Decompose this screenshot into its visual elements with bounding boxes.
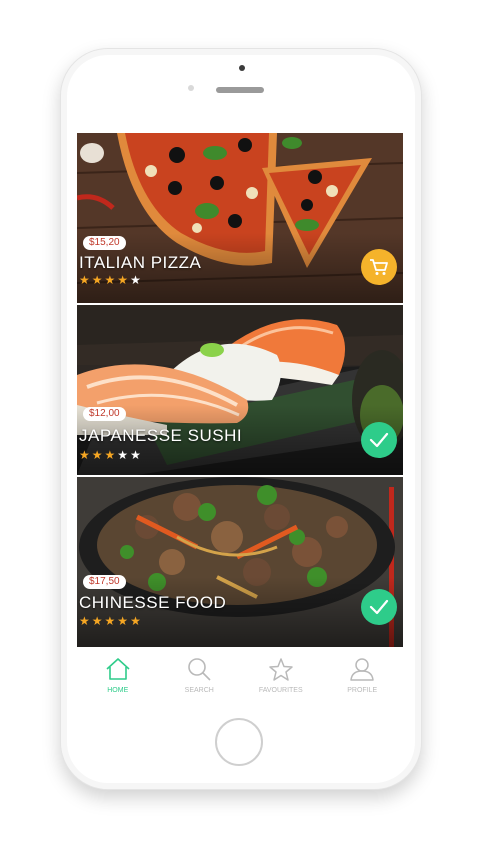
earpiece-speaker — [216, 87, 264, 93]
price-badge: $12,00 — [83, 407, 126, 421]
add-to-cart-button[interactable] — [361, 249, 397, 285]
home-icon — [106, 658, 130, 680]
food-title: CHINESSE FOOD — [79, 593, 227, 612]
bottom-nav: HOME SEARCH FAVOURITES PROFILE — [77, 649, 403, 699]
rating-star-icon: ★ — [91, 614, 105, 628]
nav-label: HOME — [107, 687, 129, 694]
rating-star-icon: ★ — [117, 273, 131, 287]
nav-item-profile[interactable]: PROFILE — [322, 649, 404, 699]
nav-label: SEARCH — [184, 687, 214, 694]
added-check-button[interactable] — [361, 589, 397, 625]
rating-star-icon: ★ — [117, 448, 131, 462]
rating-star-icon: ★ — [79, 448, 92, 462]
food-card-pizza[interactable]: $15,20 ITALIAN PIZZA ★★★★★ — [77, 133, 403, 303]
rating-stars: ★★★★★ — [79, 448, 143, 462]
front-camera — [239, 65, 245, 71]
check-icon — [369, 432, 389, 448]
price-badge: $15,20 — [83, 236, 126, 250]
rating-star-icon: ★ — [104, 614, 118, 628]
rating-star-icon: ★ — [130, 614, 143, 628]
food-card-sushi[interactable]: $12,00 JAPANESSE SUSHI ★★★★★ — [77, 305, 403, 475]
nav-item-home[interactable]: HOME — [77, 649, 159, 699]
nav-item-favourites[interactable]: FAVOURITES — [240, 649, 322, 699]
rating-stars: ★★★★★ — [79, 614, 143, 628]
cart-icon — [370, 259, 388, 275]
rating-star-icon: ★ — [91, 448, 105, 462]
rating-star-icon: ★ — [104, 448, 118, 462]
rating-star-icon: ★ — [79, 273, 92, 287]
rating-star-icon: ★ — [104, 273, 118, 287]
nav-item-search[interactable]: SEARCH — [159, 649, 241, 699]
app-screen: $15,20 ITALIAN PIZZA ★★★★★ $12,00 JAPANE… — [77, 133, 403, 699]
rating-star-icon: ★ — [91, 273, 105, 287]
rating-stars: ★★★★★ — [79, 273, 143, 287]
proximity-sensor — [188, 85, 194, 91]
rating-star-icon: ★ — [130, 273, 143, 287]
rating-star-icon: ★ — [130, 448, 143, 462]
star-icon — [269, 658, 293, 681]
phone-frame: $15,20 ITALIAN PIZZA ★★★★★ $12,00 JAPANE… — [60, 48, 422, 790]
home-button[interactable] — [215, 718, 263, 766]
nav-label: PROFILE — [347, 687, 378, 694]
added-check-button[interactable] — [361, 422, 397, 458]
check-icon — [369, 599, 389, 615]
food-card-chinese[interactable]: $17,50 CHINESSE FOOD ★★★★★ — [77, 477, 403, 647]
rating-star-icon: ★ — [79, 614, 92, 628]
search-icon — [188, 658, 211, 681]
profile-icon — [350, 658, 374, 681]
food-title: ITALIAN PIZZA — [79, 253, 202, 272]
price-badge: $17,50 — [83, 575, 126, 589]
rating-star-icon: ★ — [117, 614, 131, 628]
food-title: JAPANESSE SUSHI — [79, 426, 243, 445]
nav-label: FAVOURITES — [258, 687, 303, 694]
